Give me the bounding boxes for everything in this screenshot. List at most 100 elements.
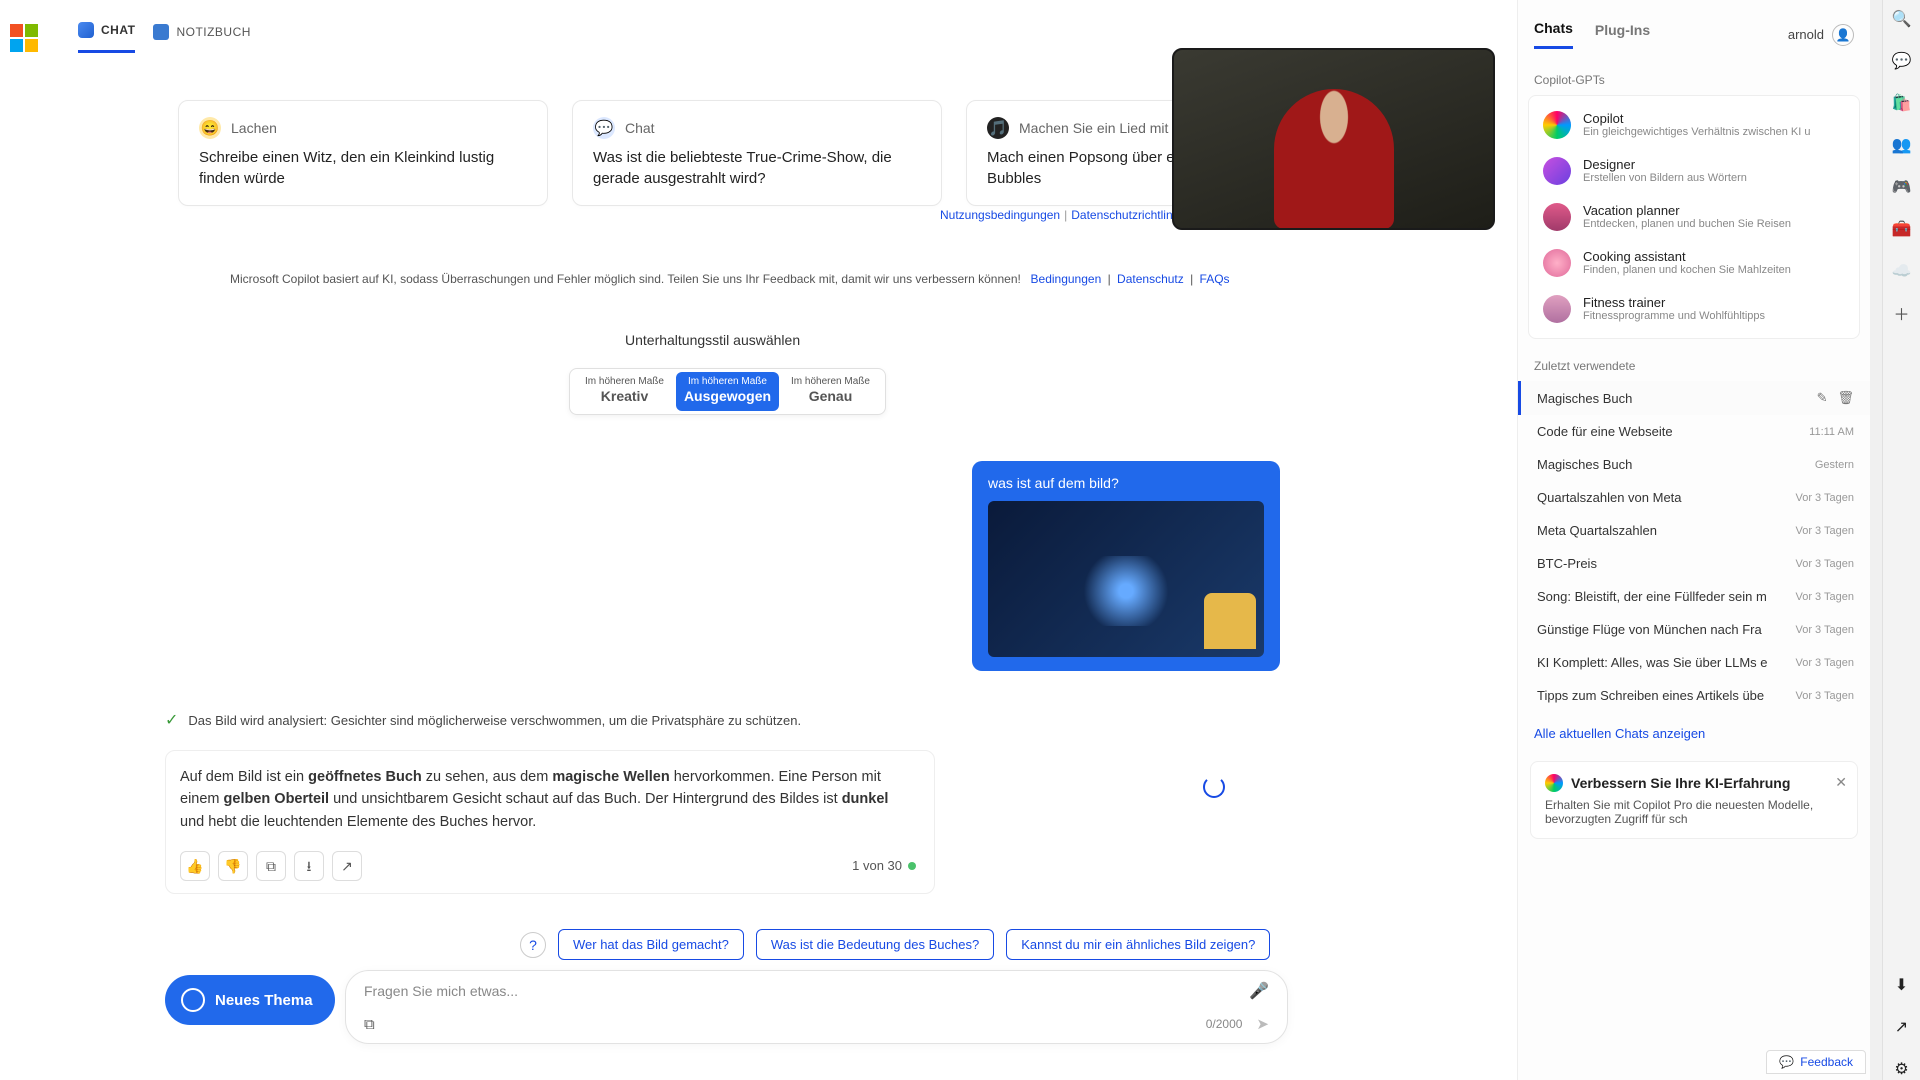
shopping-icon[interactable]: 🛍️ (1891, 92, 1913, 114)
download-icon[interactable]: ⬇ (1891, 974, 1913, 996)
question-mark-icon: ? (520, 932, 546, 958)
thumbs-up-button[interactable]: 👍 (180, 851, 210, 881)
copilot-icon (1545, 774, 1563, 792)
terms-link[interactable]: Nutzungsbedingungen (940, 208, 1060, 222)
user-uploaded-image[interactable] (988, 501, 1264, 657)
chat-icon[interactable]: 💬 (1891, 50, 1913, 72)
delete-icon[interactable]: 🗑 (1837, 390, 1854, 406)
followup-button[interactable]: Was ist die Bedeutung des Buches? (756, 929, 994, 960)
settings-icon[interactable]: ⚙ (1891, 1058, 1913, 1080)
gpt-item-vacation[interactable]: Vacation plannerEntdecken, planen und bu… (1529, 194, 1859, 240)
top-tab-bar: CHAT NOTIZBUCH (10, 22, 251, 53)
webcam-pip[interactable] (1172, 48, 1495, 230)
card-head: Lachen (231, 120, 277, 136)
copilot-pro-promo[interactable]: Verbessern Sie Ihre KI-Erfahrung ✕ Erhal… (1530, 761, 1858, 839)
thumbs-down-button[interactable]: 👎 (218, 851, 248, 881)
feedback-icon: 💬 (1779, 1055, 1794, 1069)
suggestion-card[interactable]: 💬 Chat Was ist die beliebteste True-Crime… (572, 100, 942, 206)
turn-counter: 1 von 30 (852, 856, 916, 876)
followup-suggestions: ? Wer hat das Bild gemacht? Was ist die … (520, 929, 1270, 960)
microphone-icon[interactable]: 🎤 (1249, 981, 1269, 1001)
right-panel: Chats Plug-Ins arnold 👤 Copilot-GPTs Cop… (1517, 0, 1870, 1080)
close-icon[interactable]: ✕ (1835, 774, 1847, 791)
donut-icon (1543, 249, 1571, 277)
suggestion-card[interactable]: 😄Lachen Schreibe einen Witz, den ein Kle… (178, 100, 548, 206)
card-terms-row: Nutzungsbedingungen|Datenschutzrichtlini… (940, 208, 1182, 222)
disclaimer-text: Microsoft Copilot basiert auf KI, sodass… (230, 272, 1233, 286)
download-button[interactable]: ⭳ (294, 851, 324, 881)
laugh-icon: 😄 (199, 117, 221, 139)
people-icon[interactable]: 👥 (1891, 134, 1913, 156)
recent-chat-item[interactable]: Magisches Buch✎🗑 (1518, 381, 1870, 415)
music-icon: 🎵 (987, 117, 1009, 139)
recent-chat-item[interactable]: Günstige Flüge von München nach FraVor 3… (1518, 613, 1870, 646)
show-all-chats-link[interactable]: Alle aktuellen Chats anzeigen (1518, 712, 1870, 755)
new-topic-label: Neues Thema (215, 992, 313, 1009)
gpt-item-copilot[interactable]: CopilotEin gleichgewichtiges Verhältnis … (1529, 102, 1859, 148)
tab-notebook-label: NOTIZBUCH (176, 25, 251, 39)
rp-tab-chats[interactable]: Chats (1534, 20, 1573, 49)
designer-icon (1543, 157, 1571, 185)
share-button[interactable]: ↗ (332, 851, 362, 881)
checkmark-icon: ✓ (165, 710, 178, 730)
message-input[interactable] (364, 983, 1249, 999)
suitcase-icon (1543, 203, 1571, 231)
chat-bubble-icon: 💬 (593, 117, 615, 139)
browser-side-rail: 🔍 💬 🛍️ 👥 🎮 🧰 ☁️ ＋ ⬇ ↗ ⚙ (1882, 0, 1920, 1080)
answer-action-bar: 👍 👎 ⧉ ⭳ ↗ 1 von 30 (180, 851, 916, 881)
feedback-button[interactable]: 💬 Feedback (1766, 1050, 1866, 1074)
tools-icon[interactable]: 🧰 (1891, 218, 1913, 240)
status-dot-icon (908, 862, 916, 870)
recent-chat-item[interactable]: Code für eine Webseite11:11 AM (1518, 415, 1870, 448)
tab-chat[interactable]: CHAT (78, 22, 135, 53)
card-head: Chat (625, 120, 655, 136)
analysis-text: Das Bild wird analysiert: Gesichter sind… (188, 713, 801, 728)
style-balanced-button[interactable]: Im höheren MaßeAusgewogen (676, 372, 779, 411)
user-info[interactable]: arnold 👤 (1788, 24, 1854, 46)
copy-button[interactable]: ⧉ (256, 851, 286, 881)
feedback-label: Feedback (1800, 1055, 1853, 1069)
gpt-item-cooking[interactable]: Cooking assistantFinden, planen und koch… (1529, 240, 1859, 286)
rp-tab-plugins[interactable]: Plug-Ins (1595, 22, 1650, 48)
chat-tab-icon (78, 22, 94, 38)
notebook-tab-icon (153, 24, 169, 40)
style-heading: Unterhaltungsstil auswählen (625, 332, 800, 348)
style-precise-button[interactable]: Im höheren MaßeGenau (779, 372, 882, 411)
cloud-icon[interactable]: ☁️ (1891, 260, 1913, 282)
recent-chat-item[interactable]: Meta QuartalszahlenVor 3 Tagen (1518, 514, 1870, 547)
promo-body: Erhalten Sie mit Copilot Pro die neueste… (1545, 798, 1843, 826)
edit-icon[interactable]: ✎ (1817, 390, 1828, 406)
tab-notebook[interactable]: NOTIZBUCH (153, 24, 251, 52)
message-input-container: 🎤 ⧉ 0/2000 ➤ (345, 970, 1288, 1044)
image-upload-icon[interactable]: ⧉ (364, 1016, 375, 1033)
disclaimer-body: Microsoft Copilot basiert auf KI, sodass… (230, 272, 1021, 286)
terms-link[interactable]: Bedingungen (1031, 272, 1102, 286)
user-name: arnold (1788, 27, 1824, 42)
recent-chat-item[interactable]: Quartalszahlen von MetaVor 3 Tagen (1518, 481, 1870, 514)
followup-button[interactable]: Wer hat das Bild gemacht? (558, 929, 744, 960)
gpt-item-fitness[interactable]: Fitness trainerFitnessprogramme und Wohl… (1529, 286, 1859, 332)
followup-button[interactable]: Kannst du mir ein ähnliches Bild zeigen? (1006, 929, 1270, 960)
recent-chat-item[interactable]: BTC-PreisVor 3 Tagen (1518, 547, 1870, 580)
recent-chat-item[interactable]: KI Komplett: Alles, was Sie über LLMs eV… (1518, 646, 1870, 679)
send-icon[interactable]: ➤ (1256, 1015, 1269, 1033)
privacy-link[interactable]: Datenschutz (1117, 272, 1184, 286)
assistant-answer: Auf dem Bild ist ein geöffnetes Buch zu … (165, 750, 935, 894)
gpts-heading: Copilot-GPTs (1518, 49, 1870, 95)
faq-link[interactable]: FAQs (1200, 272, 1230, 286)
add-icon[interactable]: ＋ (1891, 302, 1913, 324)
recent-chat-item[interactable]: Magisches BuchGestern (1518, 448, 1870, 481)
popout-icon[interactable]: ↗ (1891, 1016, 1913, 1038)
privacy-link[interactable]: Datenschutzrichtlinie (1071, 208, 1182, 222)
new-topic-icon (181, 988, 205, 1012)
vertical-scrollbar[interactable] (1870, 0, 1882, 1080)
recent-heading: Zuletzt verwendete (1518, 339, 1870, 381)
style-creative-button[interactable]: Im höheren MaßeKreativ (573, 372, 676, 411)
card-body: Was ist die beliebteste True-Crime-Show,… (593, 147, 921, 189)
game-icon[interactable]: 🎮 (1891, 176, 1913, 198)
recent-chat-item[interactable]: Song: Bleistift, der eine Füllfeder sein… (1518, 580, 1870, 613)
search-icon[interactable]: 🔍 (1891, 8, 1913, 30)
new-topic-button[interactable]: Neues Thema (165, 975, 335, 1025)
recent-chat-item[interactable]: Tipps zum Schreiben eines Artikels übeVo… (1518, 679, 1870, 712)
gpt-item-designer[interactable]: DesignerErstellen von Bildern aus Wörter… (1529, 148, 1859, 194)
